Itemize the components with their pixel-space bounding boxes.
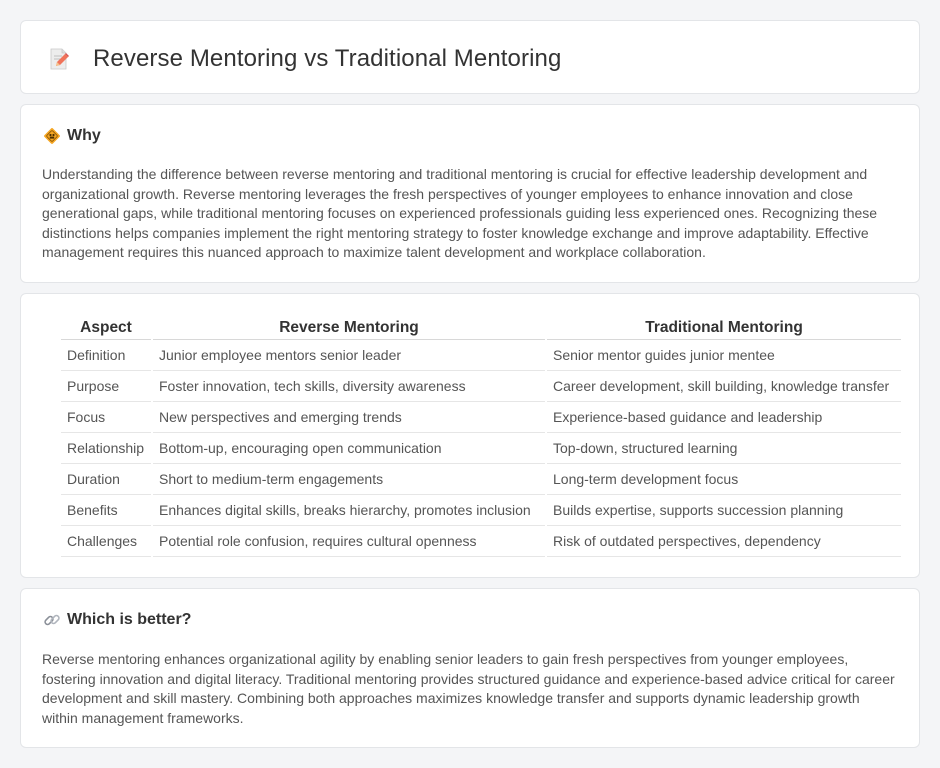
cell-traditional: Long-term development focus (547, 464, 901, 495)
better-paragraph: Reverse mentoring enhances organizationa… (42, 651, 895, 726)
cell-reverse: Junior employee mentors senior leader (153, 340, 545, 371)
comparison-section: Aspect Reverse Mentoring Traditional Men… (20, 293, 920, 578)
cell-aspect: Purpose (61, 371, 151, 402)
cell-traditional: Risk of outdated perspectives, dependenc… (547, 526, 901, 557)
title-card: Reverse Mentoring vs Traditional Mentori… (20, 20, 920, 94)
document-pencil-icon (50, 48, 69, 70)
cell-reverse: Enhances digital skills, breaks hierarch… (153, 495, 545, 526)
cell-reverse: Foster innovation, tech skills, diversit… (153, 371, 545, 402)
why-header: Why (43, 127, 101, 145)
table-row: Duration Short to medium-term engagement… (61, 464, 901, 495)
cell-reverse: Short to medium-term engagements (153, 464, 545, 495)
cell-aspect: Focus (61, 402, 151, 433)
diamond-sign-icon (44, 128, 60, 144)
cell-aspect: Duration (61, 464, 151, 495)
table-row: Definition Junior employee mentors senio… (61, 340, 901, 371)
comparison-table: Aspect Reverse Mentoring Traditional Men… (61, 316, 901, 557)
table-row: Focus New perspectives and emerging tren… (61, 402, 901, 433)
cell-aspect: Relationship (61, 433, 151, 464)
cell-aspect: Challenges (61, 526, 151, 557)
cell-aspect: Benefits (61, 495, 151, 526)
cell-traditional: Experience-based guidance and leadership (547, 402, 901, 433)
which-is-better-section: Which is better? Reverse mentoring enhan… (20, 588, 920, 748)
cell-reverse: Bottom-up, encouraging open communicatio… (153, 433, 545, 464)
cell-reverse: New perspectives and emerging trends (153, 402, 545, 433)
why-title: Why (67, 127, 101, 144)
cell-aspect: Definition (61, 340, 151, 371)
cell-traditional: Top-down, structured learning (547, 433, 901, 464)
table-row: Purpose Foster innovation, tech skills, … (61, 371, 901, 402)
header-aspect: Aspect (61, 316, 151, 340)
header-traditional-mentoring: Traditional Mentoring (547, 316, 901, 340)
table-row: Benefits Enhances digital skills, breaks… (61, 495, 901, 526)
better-title: Which is better? (67, 611, 192, 628)
why-section: Why Understanding the difference between… (20, 104, 920, 283)
page-title: Reverse Mentoring vs Traditional Mentori… (93, 45, 562, 72)
table-header-row: Aspect Reverse Mentoring Traditional Men… (61, 316, 901, 340)
why-paragraph: Understanding the difference between rev… (42, 166, 878, 260)
table-row: Relationship Bottom-up, encouraging open… (61, 433, 901, 464)
cell-traditional: Senior mentor guides junior mentee (547, 340, 901, 371)
link-icon (44, 614, 60, 626)
better-header: Which is better? (43, 611, 191, 629)
cell-traditional: Builds expertise, supports succession pl… (547, 495, 901, 526)
cell-traditional: Career development, skill building, know… (547, 371, 901, 402)
table-row: Challenges Potential role confusion, req… (61, 526, 901, 557)
cell-reverse: Potential role confusion, requires cultu… (153, 526, 545, 557)
title-row: Reverse Mentoring vs Traditional Mentori… (47, 45, 561, 73)
header-reverse-mentoring: Reverse Mentoring (153, 316, 545, 340)
